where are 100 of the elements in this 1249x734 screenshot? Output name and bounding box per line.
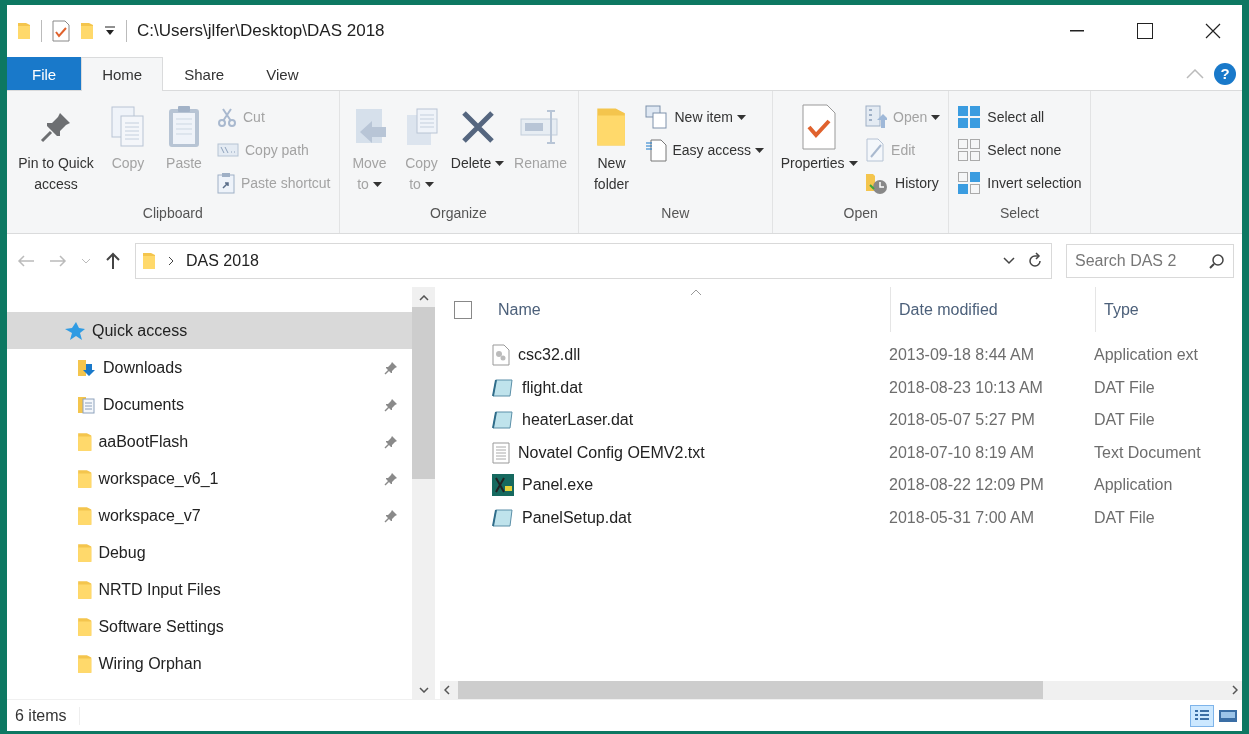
nav-item[interactable]: workspace_v7 [7, 497, 412, 534]
dropdown-icon[interactable] [104, 26, 116, 36]
file-row[interactable]: flight.dat 2018-08-23 10:13 AM DAT File [440, 371, 1242, 404]
nav-item-label: workspace_v7 [98, 506, 202, 525]
group-label: New [660, 205, 691, 223]
column-header[interactable]: Type [1096, 287, 1242, 332]
search-field[interactable]: Search DAS 2 [1066, 243, 1234, 278]
application-icon [492, 474, 514, 497]
nav-item-label: Documents [103, 395, 185, 414]
ribbon-button[interactable]: New folder [584, 97, 639, 205]
nav-item[interactable]: NRTD Input Files [7, 571, 412, 608]
address-bar[interactable]: DAS 2018 [135, 242, 1052, 279]
date-cell-text: 2018-05-07 5:27 PM [889, 411, 1036, 430]
type-cell-text: DAT File [1094, 378, 1156, 397]
ribbon-tab[interactable]: Home [81, 57, 164, 91]
file-row[interactable]: PanelSetup.dat 2018-05-31 7:00 AM DAT File [440, 501, 1242, 534]
scroll-right-icon[interactable] [1232, 685, 1238, 695]
pin-icon[interactable] [384, 508, 398, 523]
collapse-ribbon-icon[interactable] [1186, 68, 1204, 79]
nav-item[interactable]: aaBootFlash [7, 423, 412, 460]
help-button[interactable]: ? [1214, 62, 1236, 85]
ribbon-button[interactable]: Delete [449, 97, 506, 205]
refresh-icon[interactable] [1027, 251, 1043, 270]
folder-icon [77, 504, 93, 527]
nav-item-label: Downloads [103, 358, 184, 377]
scroll-down-icon[interactable] [418, 687, 429, 693]
file-name: PanelSetup.dat [522, 508, 632, 527]
ribbon-button[interactable]: Select none [955, 134, 1084, 165]
dropdown-icon[interactable] [1003, 256, 1015, 265]
column-header[interactable]: Name [490, 287, 891, 332]
scroll-left-icon[interactable] [444, 685, 450, 695]
chevron-icon [168, 255, 174, 266]
downloads-folder-icon [77, 357, 97, 378]
file-name: csc32.dll [518, 346, 581, 365]
folder-icon [77, 652, 93, 675]
forward-button[interactable] [49, 253, 67, 268]
ribbon-button[interactable]: Select all [955, 101, 1084, 132]
file-name: Novatel Config OEMV2.txt [518, 443, 705, 462]
back-button[interactable] [17, 253, 35, 268]
nav-item[interactable]: Downloads [7, 349, 412, 386]
nav-item[interactable]: workspace_v6_1 [7, 460, 412, 497]
file-menu-button[interactable]: File [7, 57, 82, 90]
nav-item[interactable]: Documents [7, 386, 412, 423]
pin-icon[interactable] [384, 434, 398, 449]
scroll-up-icon[interactable] [418, 295, 429, 301]
pin-icon[interactable] [384, 397, 398, 412]
recent-locations-button[interactable] [81, 257, 91, 264]
file-name: Panel.exe [522, 476, 594, 495]
date-cell-text: 2018-07-10 8:19 AM [889, 443, 1035, 462]
nav-item-label: Quick access [92, 321, 189, 340]
nav-item-label: Debug [98, 543, 147, 562]
file-row[interactable]: Novatel Config OEMV2.txt 2018-07-10 8:19 AM Text Document [440, 436, 1242, 469]
search-icon [1209, 252, 1225, 269]
scissors-icon [217, 106, 237, 127]
ribbon-button[interactable]: Invert selection [955, 167, 1084, 198]
file-name: flight.dat [522, 378, 583, 397]
vertical-scrollbar[interactable] [412, 287, 435, 699]
pin-icon[interactable] [384, 360, 398, 375]
window-title: C:\Users\jlfer\Desktop\DAS 2018 [137, 21, 385, 41]
nav-item-label: aaBootFlash [98, 432, 190, 451]
data-file-icon [492, 377, 514, 398]
ribbon-button[interactable]: History [863, 167, 943, 198]
maximize-icon [1137, 23, 1153, 39]
ribbon-button[interactable]: New item [642, 101, 767, 132]
date-cell-text: 2018-08-22 12:09 PM [889, 476, 1045, 495]
nav-item[interactable]: Quick access [7, 312, 412, 349]
ribbon-button[interactable]: Pin to Quick access [13, 97, 99, 205]
up-button[interactable] [105, 251, 121, 270]
nav-item-label: workspace_v6_1 [98, 469, 220, 488]
edit-icon [865, 137, 886, 162]
details-view-button[interactable] [1190, 704, 1214, 727]
select-all-checkbox[interactable] [454, 300, 472, 319]
text-file-icon [492, 441, 510, 464]
date-cell-text: 2018-05-31 7:00 AM [889, 508, 1035, 527]
large-icons-view-icon [1219, 709, 1237, 722]
properties-icon[interactable] [52, 20, 70, 42]
ribbon-button[interactable]: Easy access [642, 134, 767, 165]
group-label: Organize [429, 205, 488, 223]
file-row[interactable]: heaterLaser.dat 2018-05-07 5:27 PM DAT File [440, 404, 1242, 437]
file-row[interactable]: csc32.dll 2013-09-18 8:44 AM Application ext [440, 339, 1242, 372]
folder-icon [77, 467, 93, 490]
nav-item[interactable]: Software Settings [7, 608, 412, 645]
type-cell-text: Application ext [1094, 346, 1200, 365]
ribbon-button[interactable]: Properties [779, 97, 860, 205]
nav-item-label: Wiring Orphan [98, 654, 203, 673]
horizontal-scrollbar[interactable] [440, 681, 1242, 699]
nav-item[interactable]: Wiring Orphan [7, 645, 412, 682]
select-all-icon [957, 104, 982, 129]
folder-icon [77, 615, 93, 638]
nav-item[interactable]: Debug [7, 534, 412, 571]
type-cell-text: DAT File [1094, 411, 1156, 430]
column-header[interactable]: Date modified [891, 287, 1096, 332]
star-icon [64, 320, 86, 341]
file-name: heaterLaser.dat [522, 411, 634, 430]
pin-icon[interactable] [384, 471, 398, 486]
invert-selection-icon [957, 170, 982, 195]
type-cell-text: DAT File [1094, 508, 1156, 527]
file-row[interactable]: Panel.exe 2018-08-22 12:09 PM Application [440, 469, 1242, 502]
date-cell-text: 2013-09-18 8:44 AM [889, 346, 1035, 365]
details-view-icon [1194, 708, 1210, 723]
